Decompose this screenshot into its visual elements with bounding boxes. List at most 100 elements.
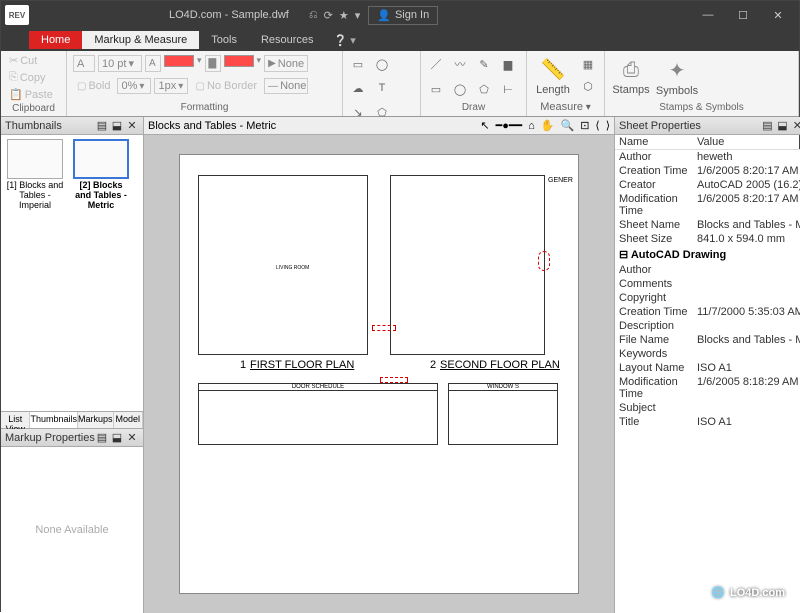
prop-row[interactable]: Copyright bbox=[615, 291, 800, 305]
callout-cloud-icon[interactable]: ☁ bbox=[347, 77, 369, 99]
qat-icon-1[interactable]: ⎌ bbox=[309, 9, 318, 22]
slider-icon[interactable]: ━●━━ bbox=[496, 119, 523, 132]
cut-button[interactable]: ✂Cut bbox=[5, 53, 62, 68]
help-icon[interactable]: ❔ ▾ bbox=[334, 34, 356, 47]
next-icon[interactable]: ⟩ bbox=[606, 119, 610, 132]
prop-row[interactable]: Creation Time11/7/2000 5:35:03 AM bbox=[615, 305, 800, 319]
measure-poly-icon[interactable]: ⬡ bbox=[577, 75, 599, 97]
prop-row[interactable]: File NameBlocks and Tables - M bbox=[615, 333, 800, 347]
lefttab-markups[interactable]: Markups bbox=[78, 412, 114, 428]
lefttab-model[interactable]: Model bbox=[114, 412, 143, 428]
draw-rect-icon[interactable]: ▭ bbox=[425, 78, 447, 100]
prop-row[interactable]: Modification Time1/6/2005 8:18:29 AM bbox=[615, 375, 800, 401]
markup-close-icon[interactable]: ✕ bbox=[125, 431, 139, 444]
draw-ellipse-icon[interactable]: ◯ bbox=[449, 78, 471, 100]
props-opts-icon[interactable]: ▤ bbox=[760, 119, 774, 132]
props-pin-icon[interactable]: ⬓ bbox=[775, 119, 789, 132]
measure-area-icon[interactable]: ▦ bbox=[577, 53, 599, 75]
markup-pin-icon[interactable]: ⬓ bbox=[110, 431, 124, 444]
lineweight-dropdown[interactable]: 1px▾ bbox=[154, 78, 188, 94]
draw-polyline-icon[interactable]: 〰 bbox=[449, 53, 471, 75]
tab-resources[interactable]: Resources bbox=[249, 31, 326, 49]
thumbnails-header: Thumbnails ▤ ⬓ ✕ bbox=[1, 117, 143, 135]
prop-row[interactable]: CreatorAutoCAD 2005 (16.2) bbox=[615, 178, 800, 192]
opacity-dropdown[interactable]: 0%▾ bbox=[117, 78, 151, 94]
doc-name: Blocks and Tables - Metric bbox=[148, 120, 276, 132]
markup-opts-icon[interactable]: ▤ bbox=[95, 431, 109, 444]
prop-row[interactable]: Authorheweth bbox=[615, 150, 800, 164]
panel-opts-icon[interactable]: ▤ bbox=[95, 119, 109, 132]
draw-line-icon[interactable]: ／ bbox=[425, 53, 447, 75]
workspace: Thumbnails ▤ ⬓ ✕ [1] Blocks and Tables -… bbox=[1, 117, 799, 613]
tab-home[interactable]: Home bbox=[29, 31, 82, 49]
prop-row[interactable]: Sheet NameBlocks and Tables - M bbox=[615, 218, 800, 232]
prop-section[interactable]: ⊟ AutoCAD Drawing bbox=[615, 246, 800, 263]
prev-icon[interactable]: ⟨ bbox=[595, 119, 599, 132]
noborder-button[interactable]: ▢ No Border bbox=[191, 78, 261, 94]
draw-freehand-icon[interactable]: ✎ bbox=[473, 53, 495, 75]
home-icon[interactable]: ⌂ bbox=[528, 120, 535, 132]
draw-highlight-icon[interactable]: ▆ bbox=[497, 53, 519, 75]
prop-row[interactable]: Author bbox=[615, 263, 800, 277]
thumbnail-1[interactable]: [1] Blocks and Tables - Imperial bbox=[5, 139, 65, 241]
minimize-button[interactable]: — bbox=[691, 5, 725, 25]
color-swatch-2[interactable] bbox=[224, 55, 254, 67]
copy-button[interactable]: ⎘Copy bbox=[5, 70, 62, 85]
tab-tools[interactable]: Tools bbox=[199, 31, 249, 49]
prop-row[interactable]: Sheet Size841.0 x 594.0 mm bbox=[615, 232, 800, 246]
select-tool-icon[interactable]: ↖ bbox=[480, 119, 489, 132]
callout-oval-icon[interactable]: ◯ bbox=[371, 53, 393, 75]
font-color-button[interactable]: A bbox=[145, 55, 161, 72]
qat-icon-3[interactable]: ★ bbox=[339, 9, 349, 22]
lefttab-thumbnails[interactable]: Thumbnails bbox=[30, 412, 78, 428]
symbols-button[interactable]: ✦ Symbols bbox=[655, 53, 699, 101]
length-button[interactable]: 📏 Length bbox=[531, 53, 575, 100]
draw-dim-icon[interactable]: ⊢ bbox=[497, 78, 519, 100]
qat-icon-2[interactable]: ⟳ bbox=[324, 9, 333, 22]
color-swatch-1[interactable] bbox=[164, 55, 194, 67]
font-dropdown[interactable]: A bbox=[73, 55, 95, 72]
sign-in-button[interactable]: 👤 Sign In bbox=[368, 6, 438, 25]
copy-icon: ⎘ bbox=[9, 71, 18, 84]
canvas[interactable]: 1 FIRST FLOOR PLAN 2 SECOND FLOOR PLAN G… bbox=[144, 135, 614, 613]
qat-icon-4[interactable]: ▾ bbox=[355, 9, 361, 22]
props-close-icon[interactable]: ✕ bbox=[790, 119, 800, 132]
prop-row[interactable]: Modification Time1/6/2005 8:20:17 AM bbox=[615, 192, 800, 218]
markup-1[interactable] bbox=[372, 325, 396, 331]
ribbon-tabs: Home Markup & Measure Tools Resources ❔ … bbox=[1, 29, 799, 51]
prop-row[interactable]: Description bbox=[615, 319, 800, 333]
callout-text-icon[interactable]: T bbox=[371, 77, 393, 99]
panel-pin-icon[interactable]: ⬓ bbox=[110, 119, 124, 132]
stamps-button[interactable]: ⎙ Stamps bbox=[609, 53, 653, 101]
group-stamps: ⎙ Stamps ✦ Symbols Stamps & Symbols bbox=[605, 51, 799, 116]
tab-markup-measure[interactable]: Markup & Measure bbox=[82, 31, 199, 49]
markup-2[interactable] bbox=[538, 251, 550, 271]
prop-row[interactable]: Keywords bbox=[615, 347, 800, 361]
bold-button[interactable]: ▢ Bold bbox=[73, 78, 114, 94]
thumbnail-2[interactable]: [2] Blocks and Tables - Metric bbox=[71, 139, 131, 241]
panel-close-icon[interactable]: ✕ bbox=[125, 119, 139, 132]
size-dropdown[interactable]: 10 pt▾ bbox=[98, 55, 142, 72]
zoomext-icon[interactable]: ⊡ bbox=[580, 119, 589, 132]
watermark: 🌐 LO4D.com bbox=[711, 580, 785, 601]
prop-row[interactable]: Layout NameISO A1 bbox=[615, 361, 800, 375]
app-logo[interactable]: REV bbox=[5, 5, 29, 25]
maximize-button[interactable]: ☐ bbox=[726, 5, 760, 25]
sheetprops-title: Sheet Properties bbox=[619, 120, 701, 132]
prop-row[interactable]: Creation Time1/6/2005 8:20:17 AM bbox=[615, 164, 800, 178]
fill-color-button[interactable]: ▇ bbox=[205, 55, 221, 72]
line-dropdown[interactable]: — None bbox=[264, 78, 308, 94]
markup-3[interactable] bbox=[380, 377, 408, 383]
close-button[interactable]: ✕ bbox=[761, 5, 795, 25]
prop-row[interactable]: Comments bbox=[615, 277, 800, 291]
pan-icon[interactable]: ✋ bbox=[541, 119, 555, 132]
prop-row[interactable]: Subject bbox=[615, 401, 800, 415]
prop-row[interactable]: TitleISO A1 bbox=[615, 415, 800, 429]
draw-poly-icon[interactable]: ⬠ bbox=[473, 78, 495, 100]
lefttab-listview[interactable]: List View bbox=[1, 412, 30, 428]
zoom-icon[interactable]: 🔍 bbox=[560, 119, 574, 132]
callout-rect-icon[interactable]: ▭ bbox=[347, 53, 369, 75]
arrow-dropdown[interactable]: ▶ None bbox=[264, 55, 308, 72]
paste-button[interactable]: 📋Paste bbox=[5, 87, 62, 102]
thumb-image-1 bbox=[7, 139, 63, 179]
